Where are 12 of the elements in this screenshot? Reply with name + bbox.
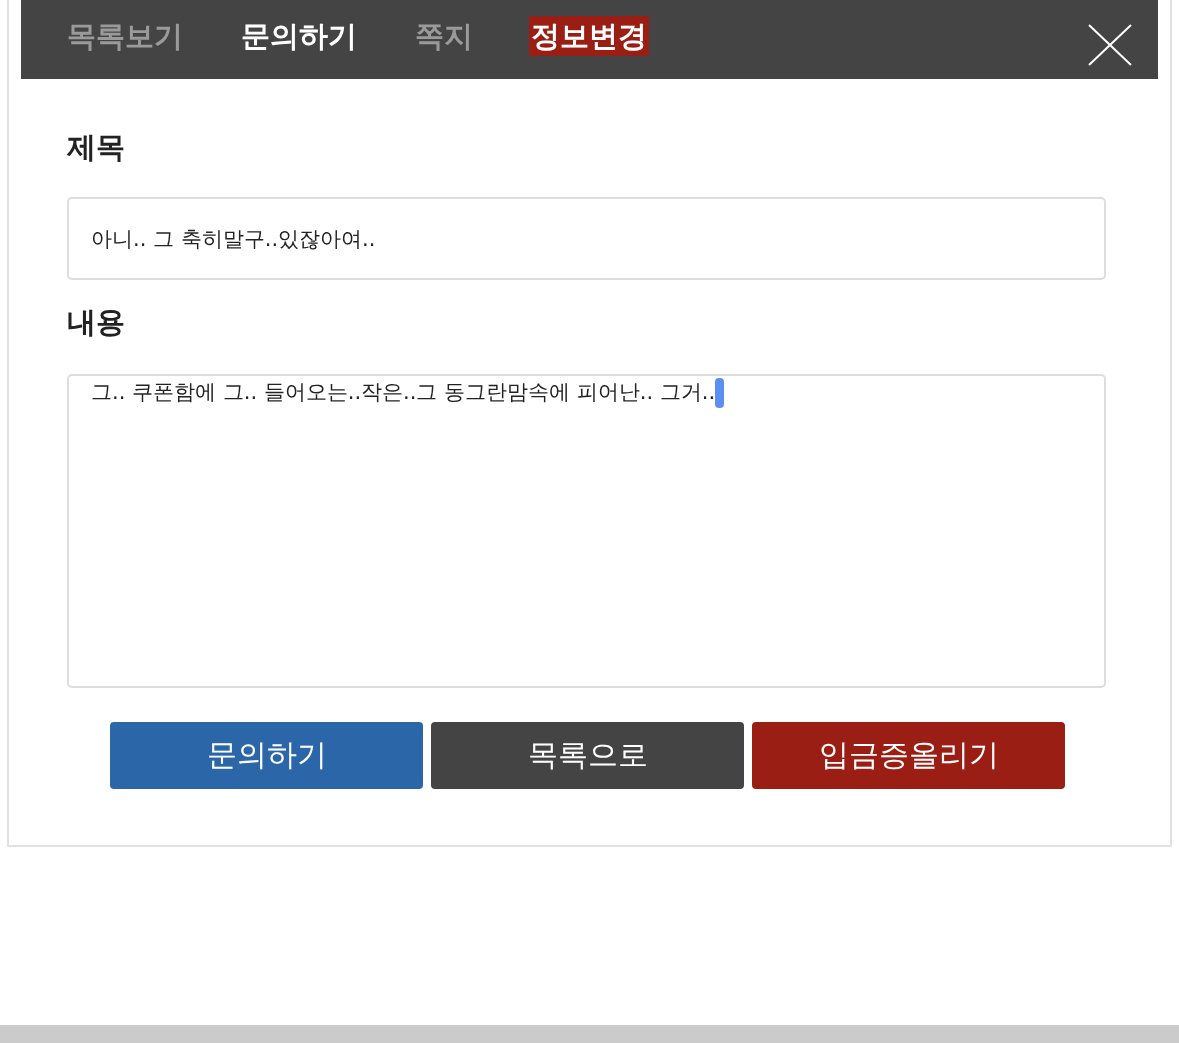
content-text: 그.. 쿠폰함에 그.. 들어오는..작은..그 동그란맘속에 피어난.. 그거..: [91, 379, 716, 406]
title-field[interactable]: 아니.. 그 축히말구..있잖아여..: [67, 197, 1106, 280]
field-label: 내용: [67, 304, 126, 341]
text-cursor: [715, 378, 725, 408]
nav-tab[interactable]: 문의하기: [239, 16, 359, 56]
action-button[interactable]: 문의하기: [110, 722, 423, 789]
close-icon[interactable]: [1088, 24, 1132, 66]
action-button[interactable]: 목록으로: [431, 722, 744, 789]
action-button[interactable]: 입금증올리기: [752, 722, 1065, 789]
field-label: 제목: [67, 129, 126, 166]
nav-tab[interactable]: 정보변경: [529, 16, 649, 56]
content-field[interactable]: 그.. 쿠폰함에 그.. 들어오는..작은..그 동그란맘속에 피어난.. 그거..: [67, 374, 1106, 688]
